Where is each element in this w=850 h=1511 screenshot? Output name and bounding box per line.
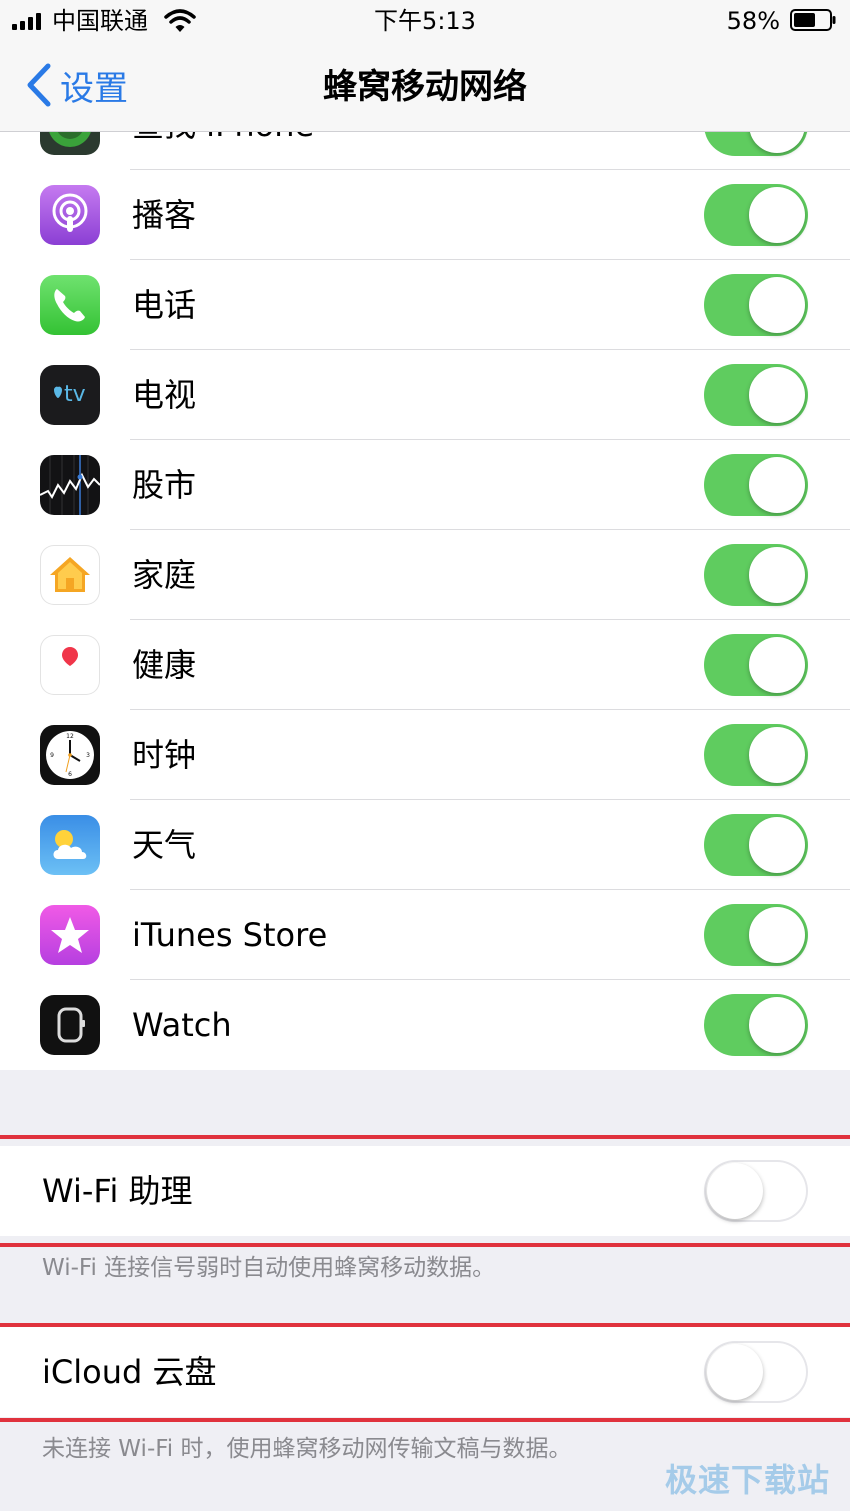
stocks-toggle[interactable] [704, 454, 808, 516]
svg-text:tv: tv [64, 382, 86, 407]
list-item-label: 播客 [132, 196, 197, 234]
watermark-text: 极速下载站 [664, 1461, 830, 1499]
clock-icon: 12 3 6 9 [40, 725, 100, 785]
svg-text:9: 9 [50, 752, 54, 759]
clock-toggle[interactable] [704, 724, 808, 786]
phone-toggle[interactable] [704, 274, 808, 336]
home-toggle[interactable] [704, 544, 808, 606]
wifi-assist-row: Wi-Fi 助理 [0, 1146, 850, 1236]
health-toggle[interactable] [704, 634, 808, 696]
list-item-watch: Watch [0, 980, 850, 1070]
list-item-itunes-store: iTunes Store [0, 890, 850, 980]
wifi-assist-footnote: Wi-Fi 连接信号弱时自动使用蜂窝移动数据。 [42, 1255, 496, 1281]
list-item-label: iTunes Store [132, 916, 328, 954]
list-item-label: 电视 [132, 376, 197, 414]
list-item-label: 健康 [132, 646, 197, 684]
status-time: 下午5:13 [374, 7, 476, 35]
icloud-drive-toggle[interactable] [704, 1341, 808, 1403]
svg-text:12: 12 [66, 733, 74, 740]
list-item-label: 家庭 [132, 556, 197, 594]
list-item-podcasts: 播客 [0, 170, 850, 260]
icloud-drive-label: iCloud 云盘 [42, 1353, 217, 1391]
highlight-line [0, 1243, 850, 1247]
app-cellular-list: 查找 iPhone 播客 电话 tv [0, 80, 850, 1070]
highlight-line [0, 1135, 850, 1139]
navigation-bar: 设置 蜂窝移动网络 [0, 44, 850, 132]
icloud-drive-footnote: 未连接 Wi-Fi 时，使用蜂窝移动网传输文稿与数据。 [42, 1436, 572, 1462]
podcasts-icon [40, 185, 100, 245]
svg-text:6: 6 [68, 771, 72, 778]
weather-toggle[interactable] [704, 814, 808, 876]
health-icon [40, 635, 100, 695]
list-item-home: 家庭 [0, 530, 850, 620]
stocks-icon [40, 455, 100, 515]
weather-icon [40, 815, 100, 875]
list-item-label: Watch [132, 1006, 232, 1044]
list-item-tv: tv 电视 [0, 350, 850, 440]
list-item-label: 股市 [132, 466, 197, 504]
status-bar: 中国联通 下午5:13 58% [0, 0, 850, 44]
list-item-health: 健康 [0, 620, 850, 710]
icloud-drive-row: iCloud 云盘 [0, 1327, 850, 1417]
page-title: 蜂窝移动网络 [323, 67, 527, 107]
tv-toggle[interactable] [704, 364, 808, 426]
list-item-phone: 电话 [0, 260, 850, 350]
list-item-label: 电话 [132, 286, 197, 324]
itunes-store-toggle[interactable] [704, 904, 808, 966]
wifi-assist-toggle[interactable] [704, 1160, 808, 1222]
list-item-label: 时钟 [132, 736, 197, 774]
watch-toggle[interactable] [704, 994, 808, 1056]
list-item-clock: 12 3 6 9 时钟 [0, 710, 850, 800]
battery-icon [790, 9, 836, 31]
watch-icon [40, 995, 100, 1055]
battery-percent: 58% [726, 7, 780, 35]
list-item-weather: 天气 [0, 800, 850, 890]
apple-tv-icon: tv [40, 365, 100, 425]
home-icon [40, 545, 100, 605]
list-item-stocks: 股市 [0, 440, 850, 530]
itunes-store-icon [40, 905, 100, 965]
podcasts-toggle[interactable] [704, 184, 808, 246]
wifi-assist-label: Wi-Fi 助理 [42, 1172, 193, 1210]
svg-text:3: 3 [86, 752, 90, 759]
list-item-label: 天气 [132, 826, 197, 864]
phone-icon [40, 275, 100, 335]
highlight-line [0, 1418, 850, 1422]
